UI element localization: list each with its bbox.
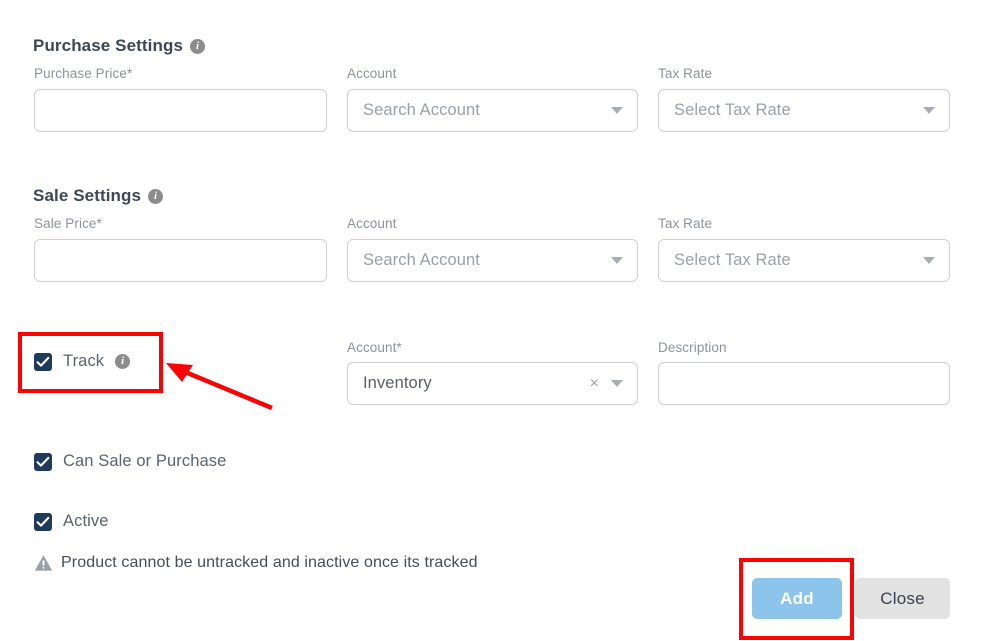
can-sale-or-purchase-checkbox[interactable]	[34, 452, 52, 471]
track-checkbox-row[interactable]: Track i	[34, 352, 131, 371]
active-checkbox[interactable]	[34, 512, 52, 531]
sale-account-value: Search Account	[363, 251, 480, 269]
sale-tax-rate-select[interactable]: Select Tax Rate	[658, 239, 950, 282]
section-title-text: Purchase Settings	[33, 36, 184, 55]
purchase-tax-rate-select[interactable]: Select Tax Rate	[658, 89, 950, 132]
info-icon[interactable]: i	[190, 38, 206, 54]
label-sale-price: Sale Price*	[34, 216, 102, 231]
chevron-down-icon[interactable]	[923, 257, 935, 264]
can-sale-or-purchase-row[interactable]: Can Sale or Purchase	[34, 452, 226, 471]
product-settings-form: Purchase Settings i Purchase Price* Acco…	[0, 0, 1003, 641]
warning-text: Product cannot be untracked and inactive…	[61, 554, 478, 571]
purchase-account-select[interactable]: Search Account	[347, 89, 638, 132]
purchase-price-input[interactable]	[34, 89, 327, 132]
section-title-purchase-settings: Purchase Settings i	[33, 36, 206, 56]
chevron-down-icon[interactable]	[611, 107, 623, 114]
section-title-sale-settings: Sale Settings i	[33, 186, 164, 206]
add-button[interactable]: Add	[752, 578, 842, 619]
track-description-input[interactable]	[658, 362, 950, 405]
sale-account-select[interactable]: Search Account	[347, 239, 638, 282]
chevron-down-icon[interactable]	[611, 257, 623, 264]
sale-price-input[interactable]	[34, 239, 327, 282]
chevron-down-icon[interactable]	[611, 380, 623, 387]
warning-message: Product cannot be untracked and inactive…	[34, 554, 478, 572]
info-icon[interactable]: i	[148, 188, 164, 204]
label-track-description: Description	[658, 340, 727, 355]
can-sale-or-purchase-label: Can Sale or Purchase	[63, 452, 227, 470]
annotation-arrow-to-track	[166, 363, 273, 411]
label-sale-tax-rate: Tax Rate	[658, 216, 713, 231]
purchase-account-value: Search Account	[363, 101, 480, 119]
label-purchase-price: Purchase Price*	[34, 66, 133, 81]
track-label: Track	[63, 352, 105, 370]
track-account-value: Inventory	[363, 374, 432, 392]
label-purchase-tax-rate: Tax Rate	[658, 66, 713, 81]
info-icon[interactable]: i	[115, 354, 131, 369]
label-purchase-account: Account	[347, 66, 397, 81]
warning-triangle-icon	[34, 554, 53, 572]
close-icon[interactable]: ×	[588, 375, 601, 392]
close-button[interactable]: Close	[855, 578, 950, 619]
label-track-account: Account*	[347, 340, 402, 355]
sale-tax-rate-value: Select Tax Rate	[674, 251, 791, 269]
chevron-down-icon[interactable]	[923, 107, 935, 114]
active-label: Active	[63, 512, 109, 530]
track-account-select[interactable]: Inventory ×	[347, 362, 638, 405]
label-sale-account: Account	[347, 216, 397, 231]
purchase-tax-rate-value: Select Tax Rate	[674, 101, 791, 119]
track-checkbox[interactable]	[34, 352, 52, 371]
section-title-text: Sale Settings	[33, 186, 142, 205]
active-row[interactable]: Active	[34, 512, 109, 531]
